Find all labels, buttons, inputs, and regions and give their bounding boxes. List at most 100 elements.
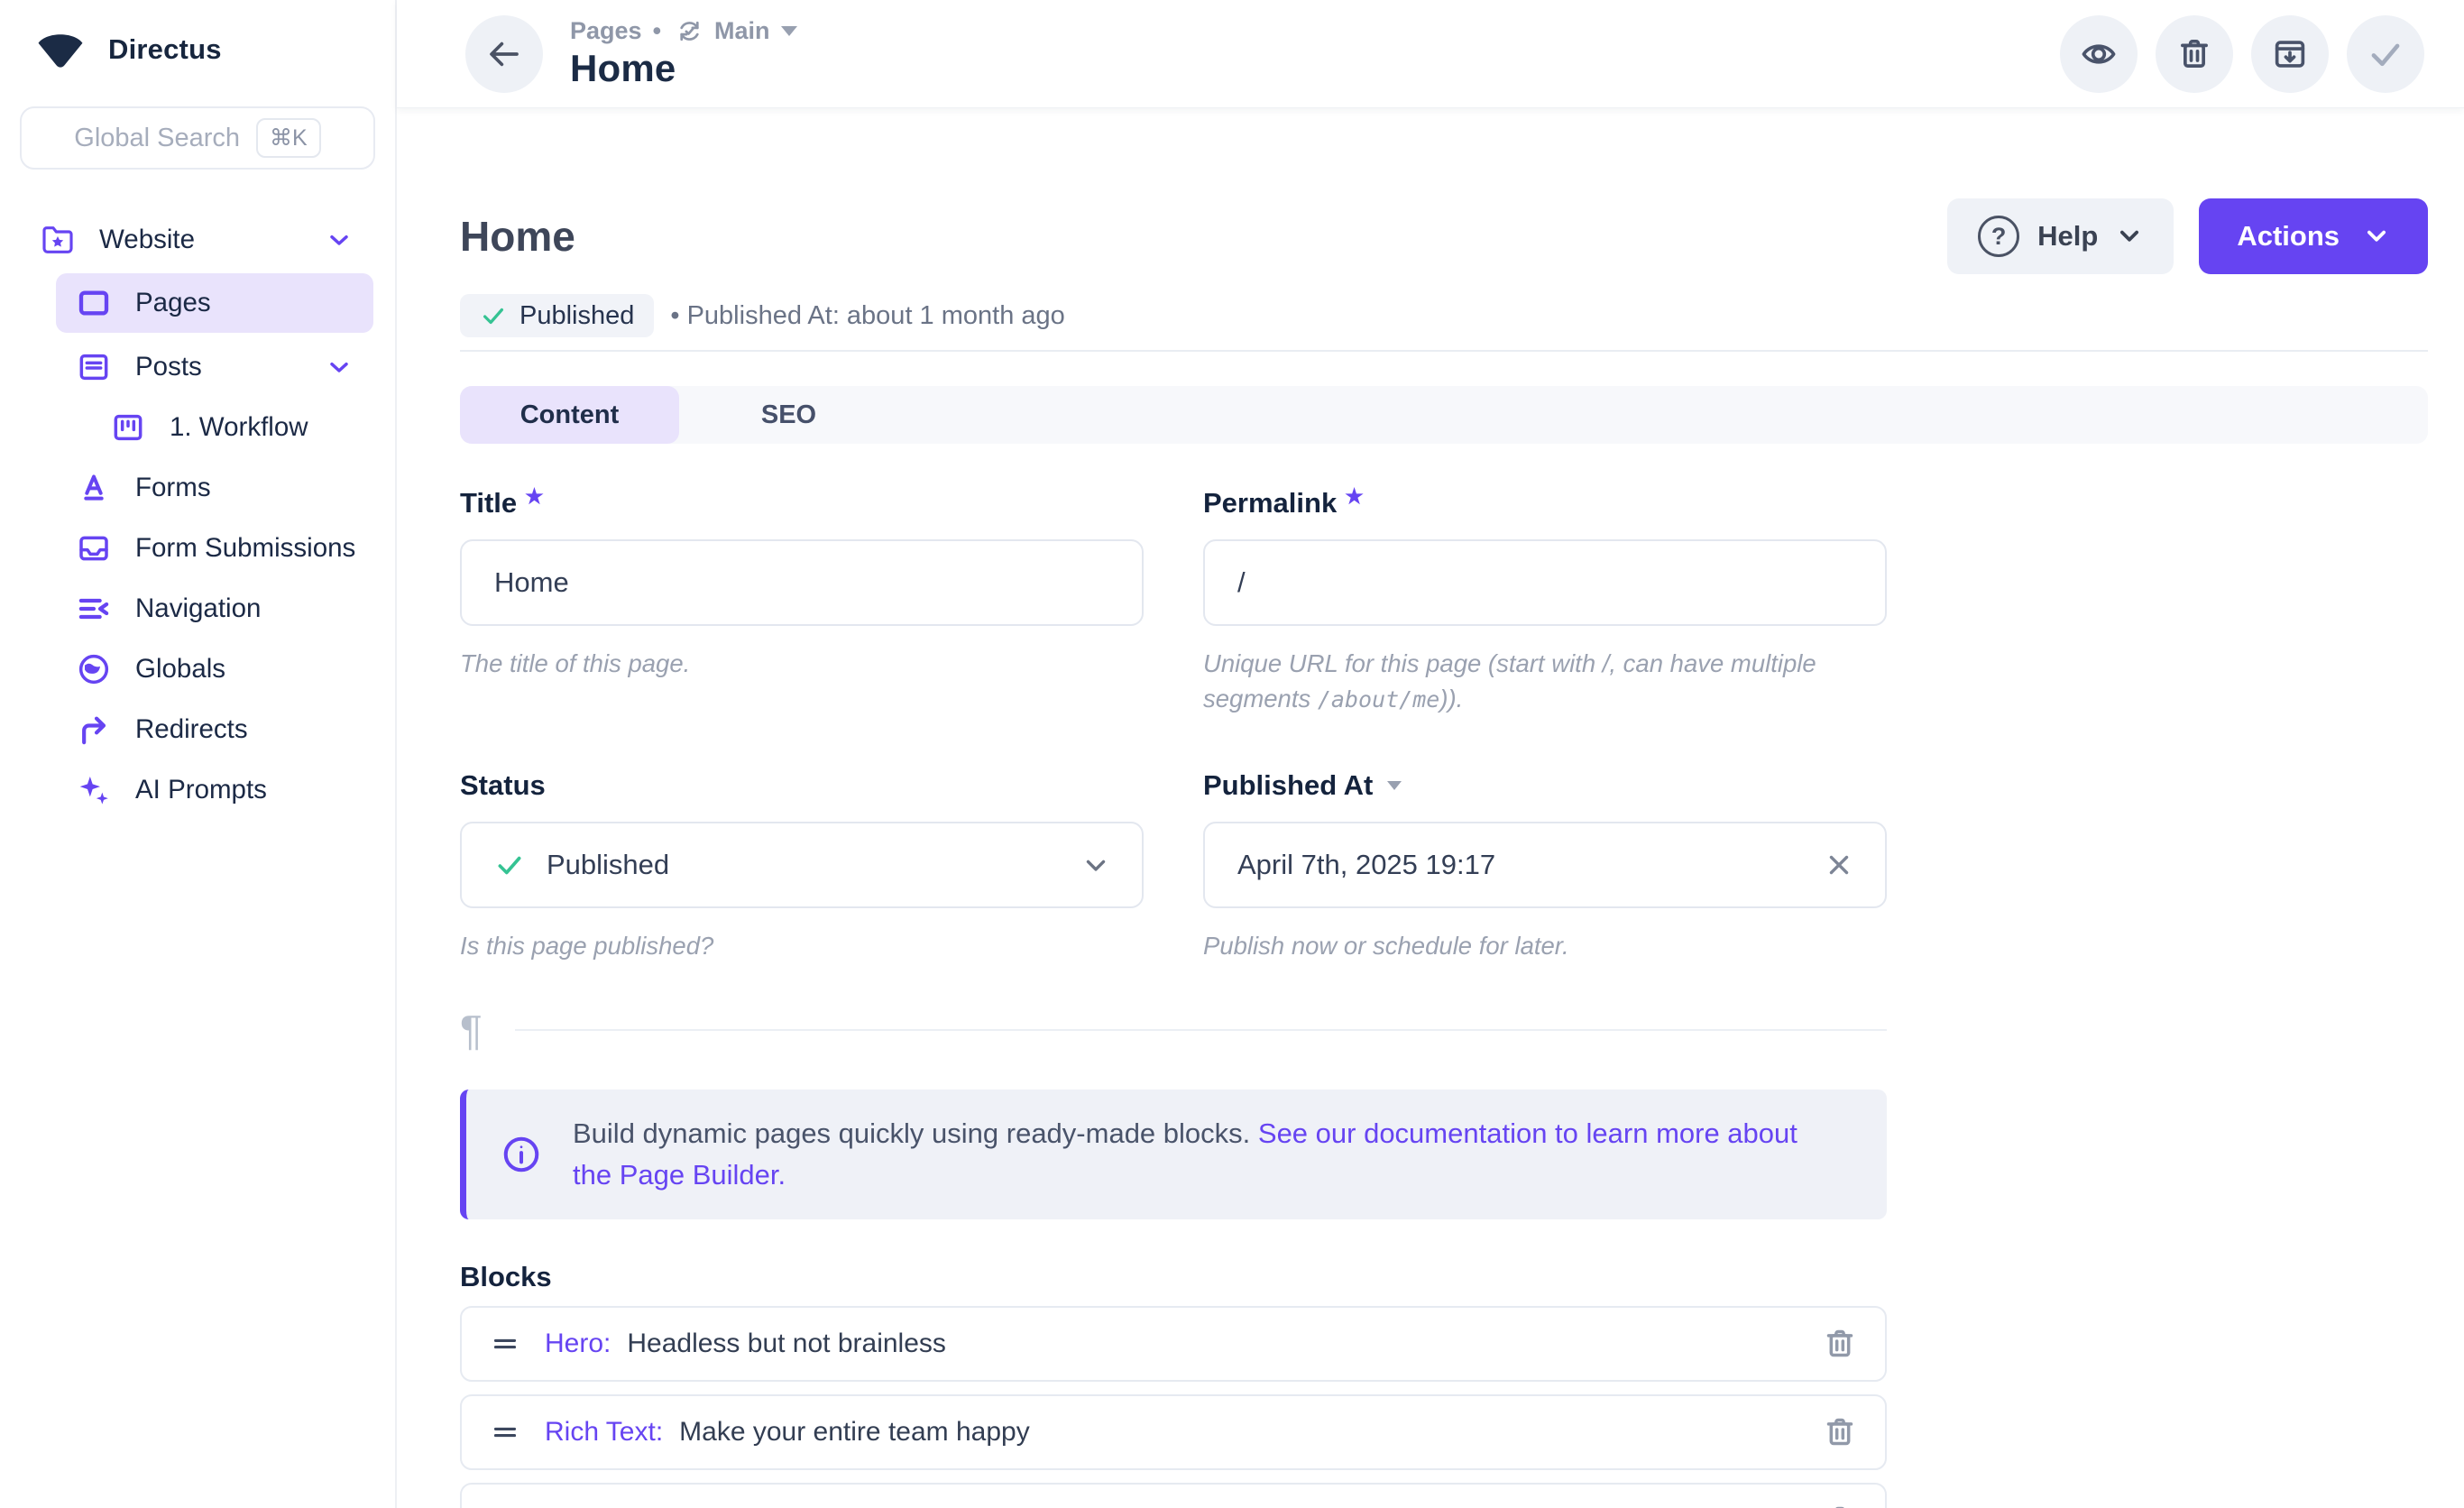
back-button[interactable] — [465, 15, 543, 93]
sidebar-item-website[interactable]: Website — [0, 209, 395, 270]
block-type: Rich Text: — [545, 1417, 663, 1448]
block-row-hero[interactable]: Hero: Headless but not brainless — [460, 1306, 1887, 1382]
trash-icon[interactable] — [1822, 1414, 1858, 1450]
label-caret-icon[interactable] — [1387, 781, 1402, 790]
help-label: Help — [2037, 220, 2098, 253]
sparkles-icon — [76, 772, 112, 808]
tab-seo[interactable]: SEO — [679, 386, 898, 444]
global-search-input[interactable]: Global Search ⌘K — [20, 106, 375, 170]
permalink-field: Permalink ★ Unique URL for this page (st… — [1203, 487, 1887, 717]
menu-arrow-icon — [76, 591, 112, 627]
tab-content[interactable]: Content — [460, 386, 679, 444]
trash-icon[interactable] — [1822, 1503, 1858, 1508]
sidebar-item-redirects[interactable]: Redirects — [0, 699, 395, 759]
published-at-label: Published At — [1203, 769, 1887, 802]
sidebar-nav: Website Pages Posts — [0, 209, 395, 820]
status-select[interactable] — [460, 822, 1144, 908]
brand-name: Directus — [108, 33, 222, 66]
preview-button[interactable] — [2060, 15, 2138, 93]
topbar-page-title: Home — [570, 47, 797, 90]
sidebar-item-label: Posts — [135, 352, 202, 382]
actions-label: Actions — [2237, 220, 2340, 253]
chevron-down-icon[interactable] — [325, 225, 354, 254]
check-icon — [2367, 35, 2404, 73]
sidebar-item-globals[interactable]: Globals — [0, 639, 395, 699]
trash-icon[interactable] — [1822, 1326, 1858, 1362]
actions-button[interactable]: Actions — [2199, 198, 2428, 274]
breadcrumb: Pages • Main Home — [570, 17, 797, 90]
drag-handle-icon[interactable] — [489, 1328, 521, 1360]
clear-icon[interactable] — [1824, 850, 1854, 880]
divider — [460, 350, 2428, 352]
status-value — [547, 849, 1109, 881]
topbar: Pages • Main Home — [397, 0, 2464, 108]
sidebar-item-label: Globals — [135, 654, 225, 685]
block-row-gallery[interactable]: Gallery: Check out some of our latest te… — [460, 1483, 1887, 1508]
archive-button[interactable] — [2251, 15, 2329, 93]
sidebar-item-label: 1. Workflow — [170, 412, 308, 443]
breadcrumb-version[interactable]: Main — [714, 17, 770, 45]
published-at-field: Published At Publish now or schedule for… — [1203, 769, 1887, 963]
chevron-down-icon — [2363, 223, 2390, 250]
status-label: Status — [460, 769, 1144, 802]
permalink-note: Unique URL for this page (start with /, … — [1203, 646, 1887, 717]
banner-text: Build dynamic pages quickly using ready-… — [573, 1113, 1815, 1196]
sidebar: Directus Global Search ⌘K Website Pages — [0, 0, 397, 1508]
sidebar-item-posts[interactable]: Posts — [0, 336, 395, 397]
topbar-actions — [2060, 15, 2424, 93]
sidebar-item-label: Pages — [135, 288, 211, 318]
save-button[interactable] — [2347, 15, 2424, 93]
required-icon: ★ — [525, 484, 544, 509]
drag-handle-icon[interactable] — [489, 1416, 521, 1448]
status-badge-label: Published — [519, 301, 634, 331]
redirect-arrow-icon — [76, 712, 112, 748]
page-title: Home — [460, 212, 575, 261]
kanban-icon — [110, 409, 146, 446]
search-placeholder: Global Search — [74, 124, 240, 153]
block-type: Hero: — [545, 1329, 611, 1359]
sidebar-item-label: Forms — [135, 473, 211, 503]
sidebar-item-ai-prompts[interactable]: AI Prompts — [0, 759, 395, 820]
sidebar-item-label: AI Prompts — [135, 775, 267, 805]
published-at-picker[interactable] — [1203, 822, 1887, 908]
page-body: Home ? Help Actions — [397, 108, 2464, 1508]
published-at-value[interactable] — [1237, 849, 1853, 881]
sidebar-item-form-submissions[interactable]: Form Submissions — [0, 518, 395, 578]
version-icon — [676, 17, 703, 45]
info-banner: Build dynamic pages quickly using ready-… — [460, 1090, 1887, 1219]
help-icon: ? — [1978, 216, 2019, 257]
info-icon — [501, 1134, 542, 1175]
status-badge: Published — [460, 294, 654, 337]
block-row-rich-text[interactable]: Rich Text: Make your entire team happy — [460, 1394, 1887, 1470]
breadcrumb-separator: • — [653, 17, 661, 45]
drag-handle-icon[interactable] — [489, 1504, 521, 1508]
directus-app: Directus Global Search ⌘K Website Pages — [0, 0, 2464, 1508]
posts-icon — [76, 349, 112, 385]
permalink-input[interactable] — [1237, 566, 1853, 599]
inbox-icon — [76, 530, 112, 566]
published-at-note: Publish now or schedule for later. — [1203, 928, 1887, 963]
main-area: Pages • Main Home — [397, 0, 2464, 1508]
globe-icon — [76, 651, 112, 687]
help-button[interactable]: ? Help — [1947, 198, 2174, 274]
blocks-label: Blocks — [460, 1261, 1887, 1293]
letter-a-icon — [76, 470, 112, 506]
delete-button[interactable] — [2156, 15, 2233, 93]
chevron-down-icon[interactable] — [1080, 850, 1111, 880]
sidebar-item-pages[interactable]: Pages — [56, 273, 373, 333]
sidebar-item-workflow[interactable]: 1. Workflow — [0, 397, 395, 457]
sidebar-item-navigation[interactable]: Navigation — [0, 578, 395, 639]
title-note: The title of this page. — [460, 646, 1144, 681]
title-input[interactable] — [494, 566, 1109, 599]
sidebar-item-label: Navigation — [135, 593, 261, 624]
chevron-down-icon[interactable] — [325, 353, 354, 382]
brand[interactable]: Directus — [0, 0, 395, 70]
search-shortcut-badge: ⌘K — [256, 118, 321, 158]
eye-icon — [2080, 35, 2118, 73]
breadcrumb-collection[interactable]: Pages — [570, 17, 642, 45]
sidebar-item-forms[interactable]: Forms — [0, 457, 395, 518]
version-caret-icon[interactable] — [781, 26, 797, 36]
block-title: Make your entire team happy — [679, 1417, 1030, 1448]
directus-logo-icon — [34, 29, 87, 70]
folder-star-icon — [40, 222, 76, 258]
